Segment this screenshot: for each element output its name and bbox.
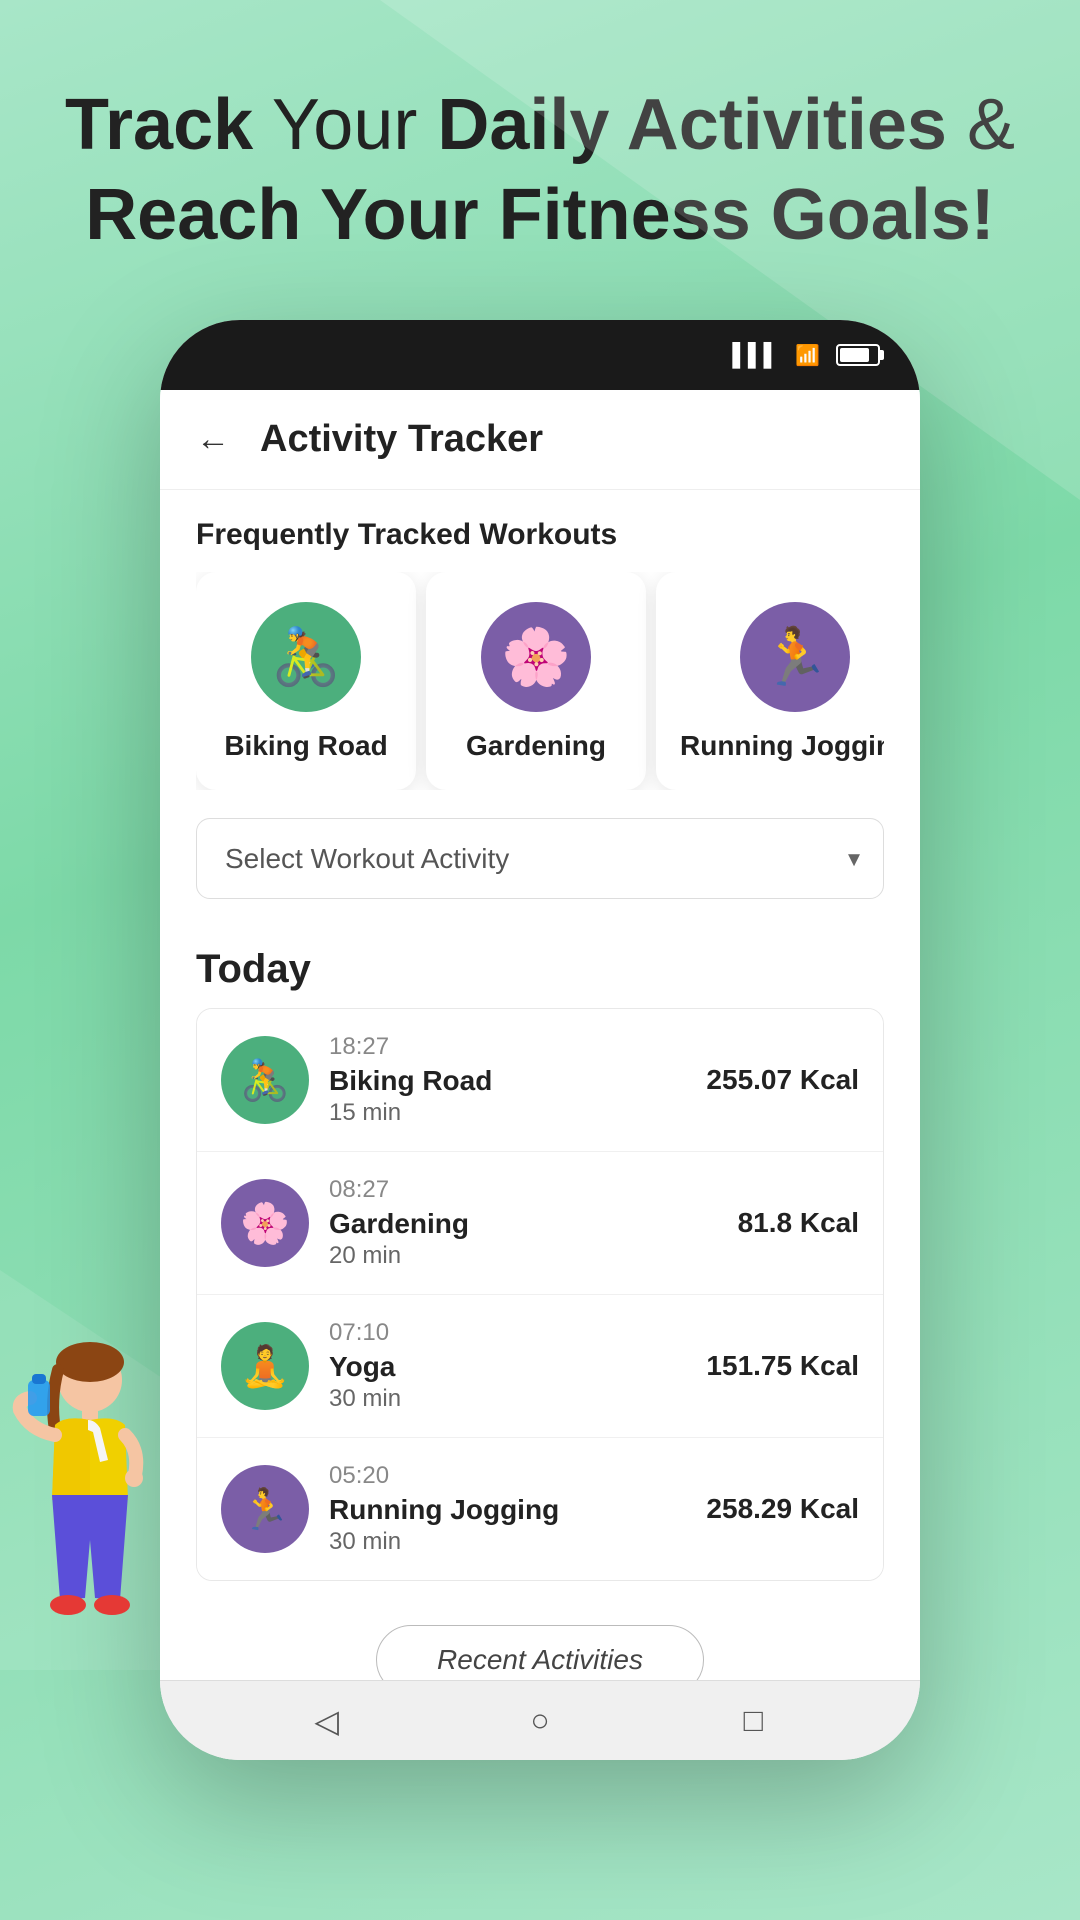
biking-name: Biking Road: [329, 1065, 686, 1097]
biking-kcal: 255.07 Kcal: [706, 1064, 859, 1096]
biking-activity-info: 18:27 Biking Road 15 min: [329, 1033, 686, 1127]
dropdown-section: Select Workout Activity Biking Road Gard…: [160, 790, 920, 927]
nav-recent-button[interactable]: □: [723, 1691, 783, 1751]
frequently-tracked-section: Frequently Tracked Workouts: [160, 490, 920, 572]
gardening-duration: 20 min: [329, 1242, 718, 1270]
workout-card-gardening[interactable]: 🌸 Gardening: [426, 572, 646, 790]
status-bar: ▌▌▌ 📶: [160, 320, 920, 390]
phone-mockup: ▌▌▌ 📶 ← Activity Tracker Frequently Trac…: [160, 320, 920, 1760]
scroll-content: Select Workout Activity Biking Road Gard…: [160, 790, 920, 1680]
yoga-kcal: 151.75 Kcal: [706, 1350, 859, 1382]
today-section: Today 🚴 18:27 Biking Road 15 min 255.07 …: [160, 927, 920, 1581]
running-activity-info: 05:20 Running Jogging 30 min: [329, 1462, 686, 1556]
running-card-label: Running Jogging: [680, 730, 884, 762]
workout-card-biking[interactable]: 🚴 Biking Road: [196, 572, 416, 790]
running-activity-icon: 🏃: [221, 1465, 309, 1553]
activity-item-yoga[interactable]: 🧘 07:10 Yoga 30 min 151.75 Kcal: [197, 1295, 883, 1438]
gardening-icon-circle: 🌸: [481, 602, 591, 712]
hero-track: Track: [65, 85, 253, 165]
workout-activity-select[interactable]: Select Workout Activity Biking Road Gard…: [196, 818, 884, 899]
battery-icon: [836, 344, 880, 366]
running-kcal: 258.29 Kcal: [706, 1493, 859, 1525]
activity-item-gardening[interactable]: 🌸 08:27 Gardening 20 min 81.8 Kcal: [197, 1152, 883, 1295]
gardening-card-label: Gardening: [466, 730, 606, 762]
yoga-activity-icon: 🧘: [221, 1322, 309, 1410]
nav-home-button[interactable]: ○: [510, 1691, 570, 1751]
nav-back-button[interactable]: ◁: [297, 1691, 357, 1751]
biking-icon-circle: 🚴: [251, 602, 361, 712]
gardening-name: Gardening: [329, 1208, 718, 1240]
page-title: Activity Tracker: [260, 418, 543, 461]
recent-btn-section: Recent Activities: [160, 1605, 920, 1680]
hero-daily: Daily Activities: [437, 85, 947, 165]
workout-dropdown-container: Select Workout Activity Biking Road Gard…: [196, 818, 884, 899]
gardening-time: 08:27: [329, 1176, 718, 1204]
frequently-tracked-label: Frequently Tracked Workouts: [196, 518, 884, 552]
running-duration: 30 min: [329, 1528, 686, 1556]
yoga-name: Yoga: [329, 1351, 686, 1383]
workout-cards-container: 🚴 Biking Road 🌸 Gardening 🏃 Running Jogg…: [160, 572, 920, 790]
nav-bar: ◁ ○ □: [160, 1680, 920, 1760]
biking-activity-icon: 🚴: [221, 1036, 309, 1124]
hero-amp: &: [967, 85, 1015, 165]
running-name: Running Jogging: [329, 1494, 686, 1526]
gardening-kcal: 81.8 Kcal: [738, 1207, 859, 1239]
back-button[interactable]: ←: [196, 420, 230, 459]
signal-icon: ▌▌▌: [732, 342, 779, 368]
wifi-icon: 📶: [795, 343, 820, 368]
recent-activities-button[interactable]: Recent Activities: [376, 1625, 704, 1680]
today-label: Today: [196, 947, 884, 992]
hero-section: Track Your Daily Activities & Reach Your…: [0, 0, 1080, 300]
gardening-activity-icon: 🌸: [221, 1179, 309, 1267]
gardening-activity-info: 08:27 Gardening 20 min: [329, 1176, 718, 1270]
app-header: ← Activity Tracker: [160, 390, 920, 490]
running-icon-circle: 🏃: [740, 602, 850, 712]
biking-duration: 15 min: [329, 1099, 686, 1127]
phone-screen: ← Activity Tracker Frequently Tracked Wo…: [160, 390, 920, 1760]
workout-card-running[interactable]: 🏃 Running Jogging: [656, 572, 884, 790]
activity-item-running[interactable]: 🏃 05:20 Running Jogging 30 min 258.29 Kc…: [197, 1438, 883, 1580]
workout-cards-row: 🚴 Biking Road 🌸 Gardening 🏃 Running Jogg…: [196, 572, 884, 790]
running-time: 05:20: [329, 1462, 686, 1490]
yoga-time: 07:10: [329, 1319, 686, 1347]
yoga-duration: 30 min: [329, 1385, 686, 1413]
girl-illustration: [0, 1320, 200, 1640]
hero-reach: Reach Your Fitness Goals!: [85, 175, 995, 255]
yoga-activity-info: 07:10 Yoga 30 min: [329, 1319, 686, 1413]
biking-time: 18:27: [329, 1033, 686, 1061]
biking-card-label: Biking Road: [224, 730, 387, 762]
activity-list: 🚴 18:27 Biking Road 15 min 255.07 Kcal 🌸…: [196, 1008, 884, 1581]
hero-your: Your: [272, 85, 437, 165]
activity-item-biking[interactable]: 🚴 18:27 Biking Road 15 min 255.07 Kcal: [197, 1009, 883, 1152]
